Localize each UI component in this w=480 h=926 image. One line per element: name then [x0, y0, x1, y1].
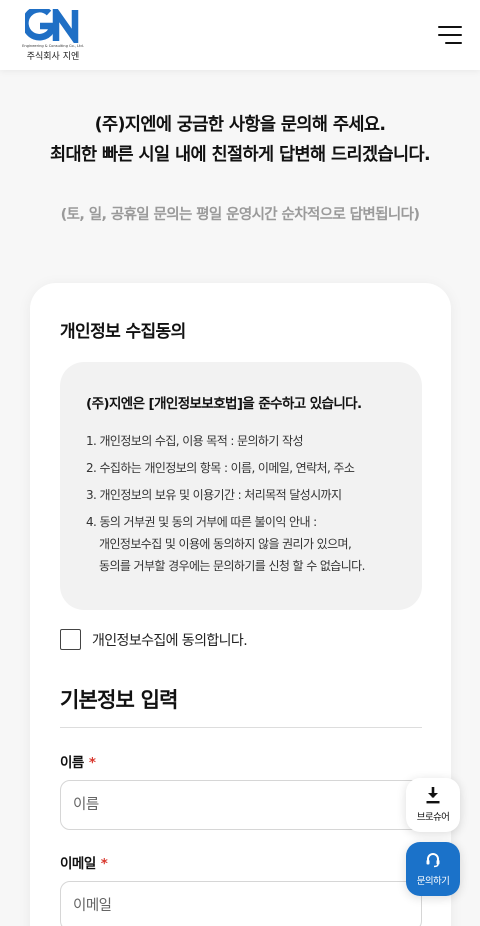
consent-title: 개인정보 수집동의	[60, 322, 186, 342]
name-label: 이름 *	[60, 751, 421, 771]
menu-bar	[445, 42, 462, 44]
privacy-agree-row[interactable]: 개인정보수집에 동의합니다.	[60, 629, 421, 650]
inquiry-label: 문의하기	[416, 875, 450, 887]
privacy-agree-label[interactable]: 개인정보수집에 동의합니다.	[92, 630, 248, 650]
basic-info-title: 기본정보 입력	[60, 684, 422, 728]
logo-subtitle: Engineering & Consulting Co., Ltd.	[22, 43, 84, 48]
policy-item: 4. 동의 거부권 및 동의 거부에 따른 불이익 안내 : 개인정보수집 및 …	[86, 511, 400, 577]
inquiry-form-card: 개인정보 수집동의 (주)지엔은 [개인정보보호법]을 준수하고 있습니다. 1…	[30, 283, 451, 926]
policy-heading: (주)지엔은 [개인정보보호법]을 준수하고 있습니다.	[86, 396, 362, 412]
weekend-notice: (토, 일, 공휴일 문의는 평일 운영시간 순차적으로 답변됩니다)	[60, 207, 420, 223]
headset-icon	[426, 852, 440, 867]
company-logo[interactable]: Engineering & Consulting Co., Ltd. 주식회사 …	[18, 8, 88, 62]
logo-korean-name: 주식회사 지엔	[26, 51, 80, 62]
policy-list: 1. 개인정보의 수집, 이용 목적 : 문의하기 작성 2. 수집하는 개인정…	[86, 428, 400, 577]
gn-logo-mark	[25, 8, 79, 43]
policy-item-4-detail: 동의를 거부할 경우에는 문의하기를 신청 할 수 없습니다.	[99, 559, 365, 573]
intro-line-1: (주)지엔에 궁금한 사항을 문의해 주세요.	[94, 115, 386, 135]
policy-item: 1. 개인정보의 수집, 이용 목적 : 문의하기 작성	[86, 434, 303, 448]
menu-bar	[438, 26, 462, 28]
email-label-text: 이메일	[60, 856, 96, 872]
site-header: Engineering & Consulting Co., Ltd. 주식회사 …	[0, 0, 480, 70]
name-label-text: 이름	[60, 755, 84, 771]
brochure-button[interactable]: 브로슈어	[406, 778, 460, 832]
email-input[interactable]	[60, 881, 422, 926]
policy-item: 2. 수집하는 개인정보의 항목 : 이름, 이메일, 연락처, 주소	[86, 461, 355, 475]
email-label: 이메일 *	[60, 852, 421, 872]
menu-bar	[438, 34, 462, 36]
required-mark: *	[100, 856, 108, 872]
privacy-agree-checkbox[interactable]	[60, 629, 81, 650]
intro-line-2: 최대한 빠른 시일 내에 친절하게 답변해 드리겠습니다.	[49, 145, 431, 165]
hamburger-menu-icon[interactable]	[436, 26, 462, 44]
privacy-policy-box: (주)지엔은 [개인정보보호법]을 준수하고 있습니다. 1. 개인정보의 수집…	[60, 362, 422, 610]
required-mark: *	[88, 755, 96, 771]
policy-item-4-title: 4. 동의 거부권 및 동의 거부에 따른 불이익 안내 :	[86, 515, 317, 529]
policy-item: 3. 개인정보의 보유 및 이용기간 : 처리목적 달성시까지	[86, 488, 342, 502]
download-icon	[426, 787, 440, 804]
intro-text: (주)지엔에 궁금한 사항을 문의해 주세요. 최대한 빠른 시일 내에 친절하…	[0, 110, 480, 170]
inquiry-button[interactable]: 문의하기	[406, 842, 460, 896]
brochure-label: 브로슈어	[416, 812, 450, 823]
name-input[interactable]	[60, 780, 422, 830]
policy-item-4-detail: 개인정보수집 및 이용에 동의하지 않을 권리가 있으며,	[99, 537, 352, 551]
